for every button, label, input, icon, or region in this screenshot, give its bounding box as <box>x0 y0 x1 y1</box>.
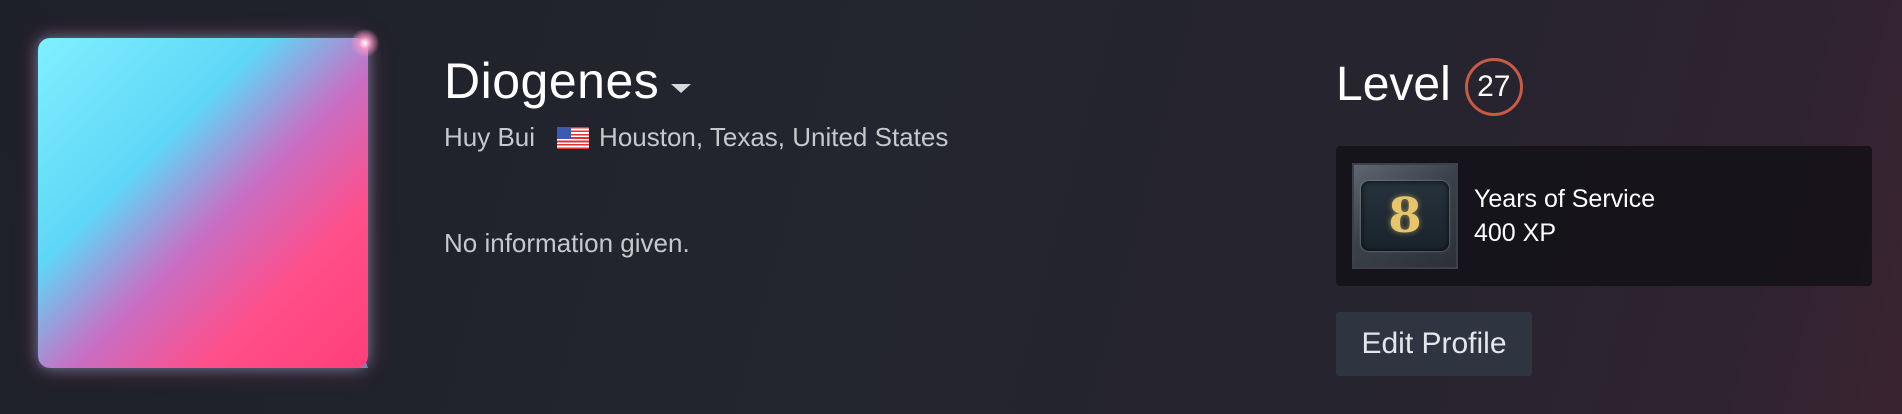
persona-header: Diogenes <box>444 52 692 110</box>
avatar-art <box>38 38 368 368</box>
avatar-image <box>38 38 368 368</box>
real-name-location-row: Huy Bui Houston, Texas, United States <box>444 122 948 153</box>
profile-level: Level 27 <box>1336 52 1523 116</box>
badge-digit: 8 <box>1361 181 1449 251</box>
favorite-badge-card[interactable]: 8 Years of Service 400 XP <box>1336 146 1872 286</box>
badge-text: Years of Service 400 XP <box>1474 182 1655 250</box>
edit-profile-button[interactable]: Edit Profile <box>1336 312 1532 376</box>
level-value: 27 <box>1477 70 1511 103</box>
profile-avatar <box>30 26 382 378</box>
profile-summary: No information given. <box>444 228 690 258</box>
location: Houston, Texas, United States <box>599 122 949 152</box>
us-flag-icon <box>557 126 590 149</box>
badge-xp: 400 XP <box>1474 219 1557 247</box>
years-of-service-badge-icon: 8 <box>1352 163 1458 269</box>
persona-name: Diogenes <box>444 53 660 109</box>
level-label: Level <box>1336 57 1451 111</box>
real-name: Huy Bui <box>444 122 536 152</box>
frame-spark-icon <box>348 26 382 60</box>
level-badge[interactable]: 27 <box>1464 58 1523 116</box>
badge-title: Years of Service <box>1474 185 1656 213</box>
name-history-caret-icon[interactable] <box>671 83 692 93</box>
